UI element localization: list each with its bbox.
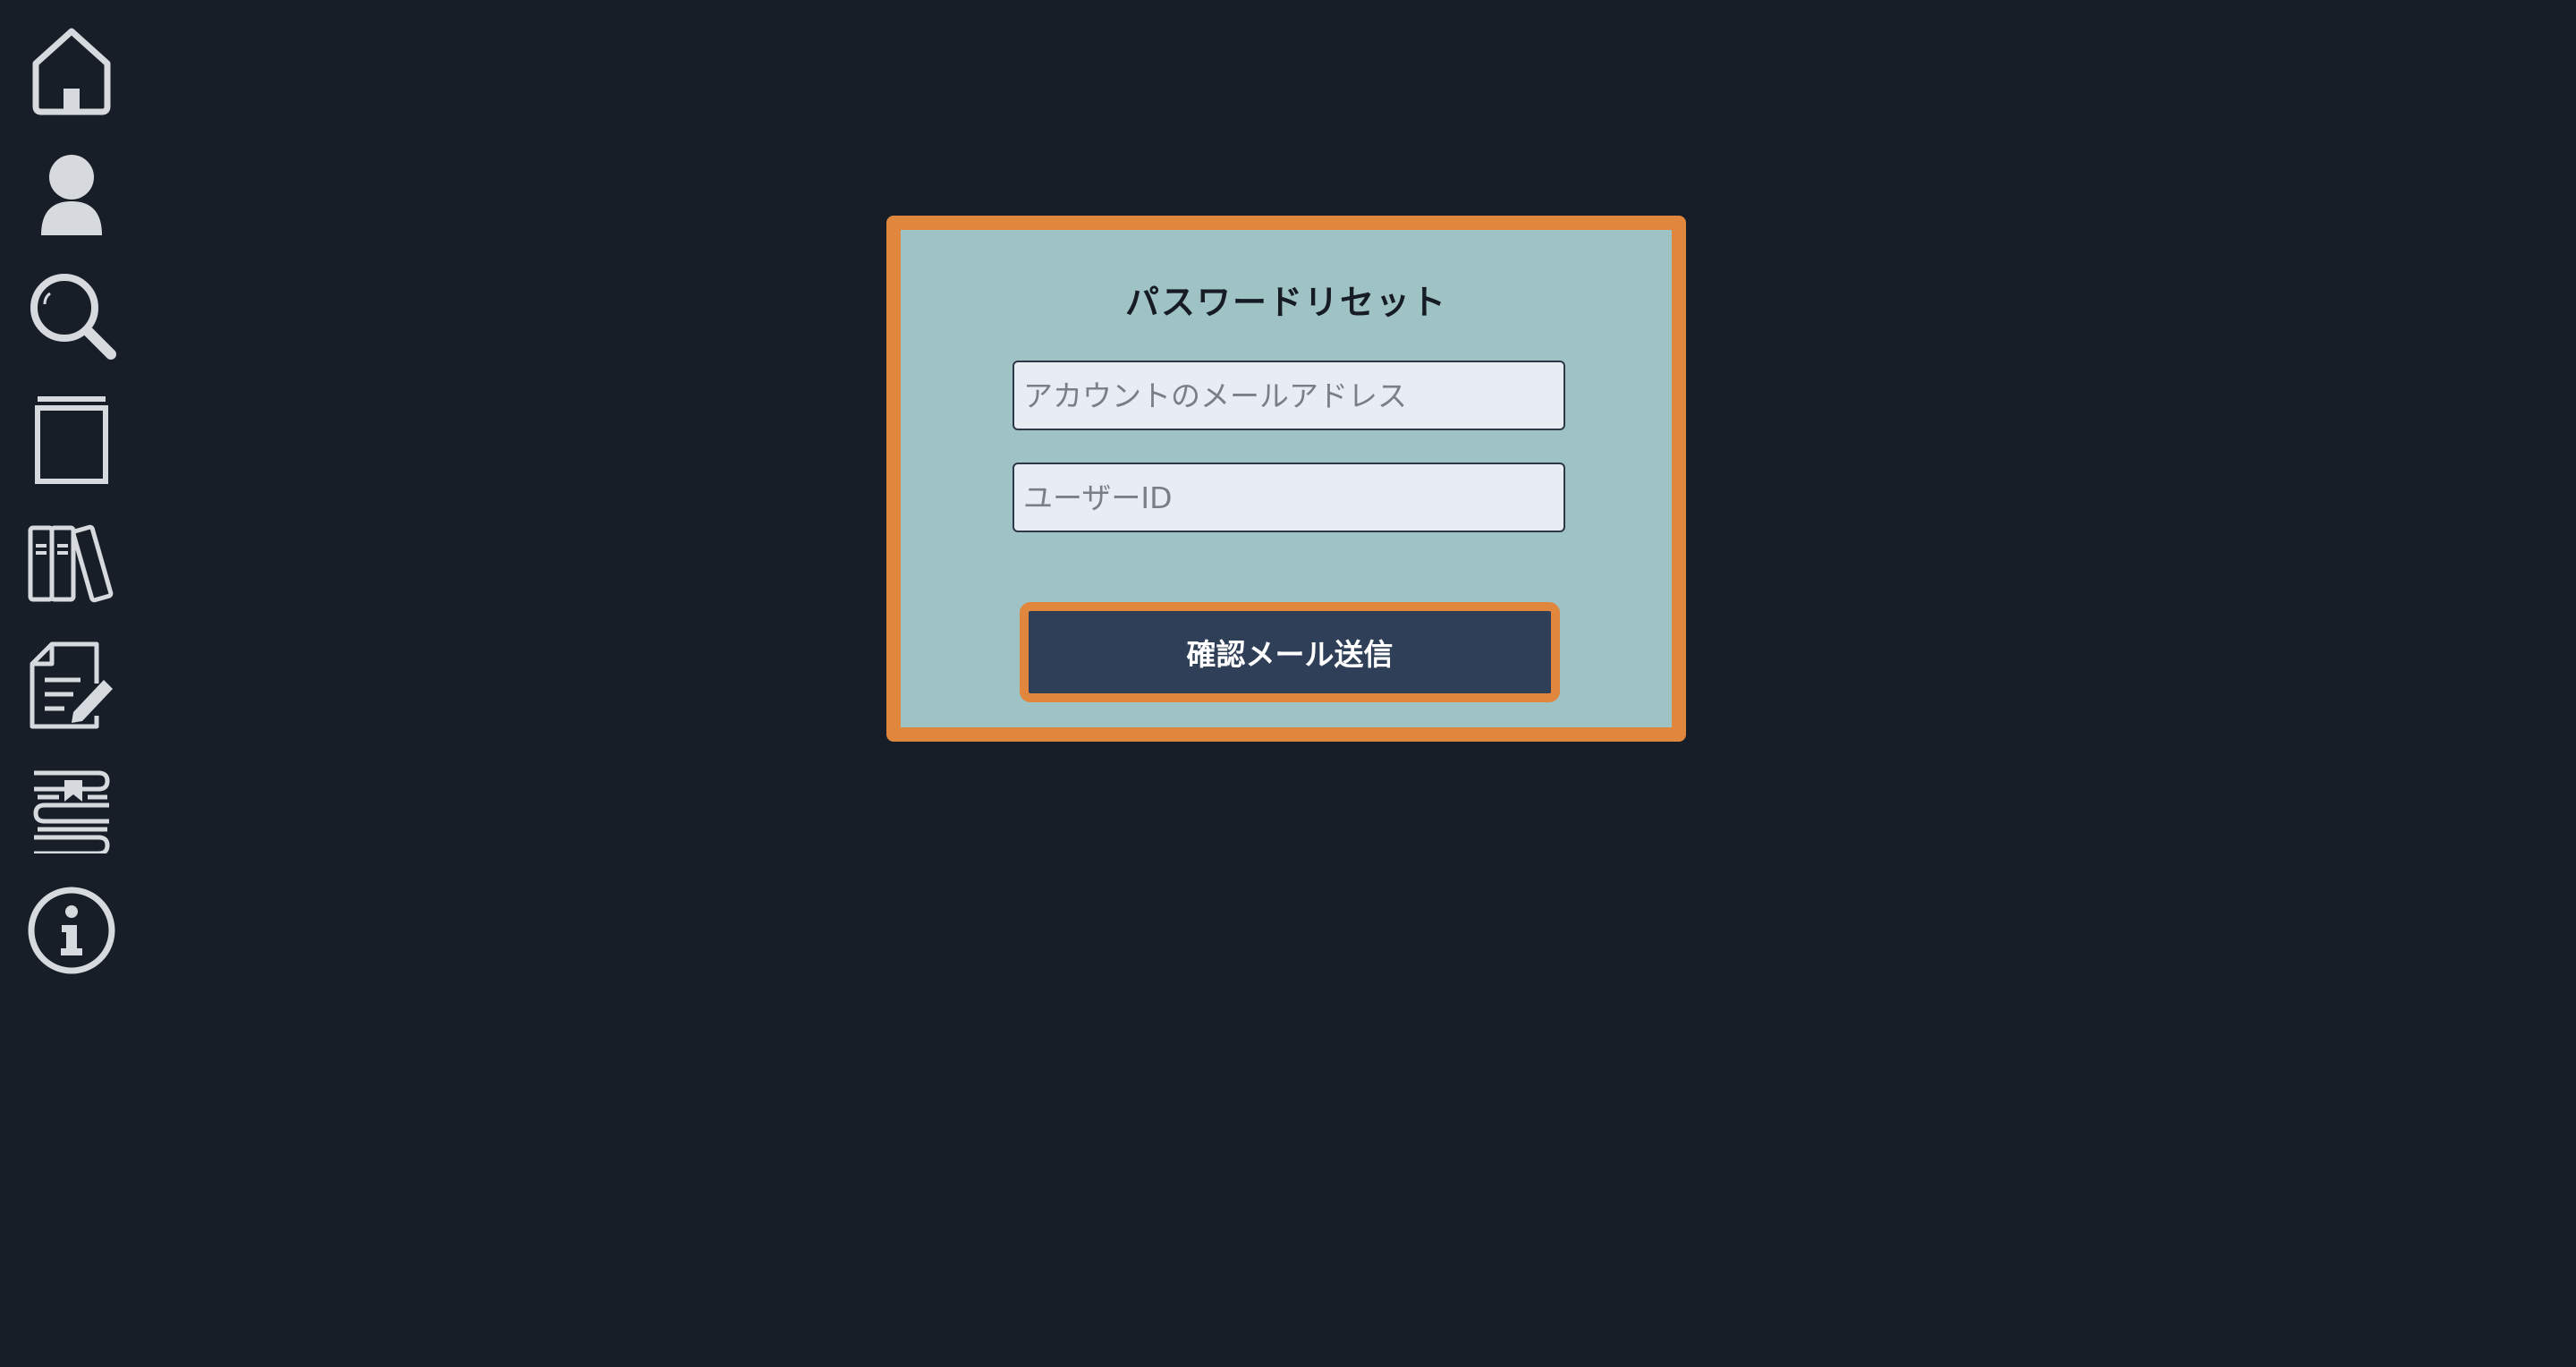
sidebar-item-search[interactable] bbox=[25, 270, 118, 363]
send-confirmation-button[interactable]: 確認メール送信 bbox=[1020, 602, 1560, 702]
sidebar-item-library[interactable] bbox=[25, 515, 118, 608]
edit-document-icon bbox=[30, 641, 113, 729]
sidebar-item-book[interactable] bbox=[25, 394, 118, 487]
sidebar bbox=[0, 0, 143, 1367]
bookmarked-books-icon bbox=[33, 770, 110, 853]
page-title: パスワードリセット bbox=[1124, 283, 1447, 322]
library-icon bbox=[28, 524, 114, 603]
sidebar-item-info[interactable] bbox=[25, 884, 118, 977]
email-field[interactable] bbox=[1013, 361, 1565, 430]
password-reset-panel: パスワードリセット 確認メール送信 bbox=[886, 216, 1686, 742]
home-icon bbox=[32, 28, 111, 115]
user-icon bbox=[41, 155, 102, 235]
sidebar-item-bookmarks[interactable] bbox=[25, 760, 118, 853]
info-icon bbox=[28, 887, 115, 974]
page: パスワードリセット 確認メール送信 bbox=[0, 0, 2576, 1367]
sidebar-item-profile[interactable] bbox=[25, 148, 118, 241]
sidebar-item-home[interactable] bbox=[25, 24, 118, 117]
sidebar-item-write[interactable] bbox=[25, 639, 118, 732]
user-id-field[interactable] bbox=[1013, 463, 1565, 532]
book-icon bbox=[35, 396, 108, 484]
search-icon bbox=[30, 274, 116, 360]
